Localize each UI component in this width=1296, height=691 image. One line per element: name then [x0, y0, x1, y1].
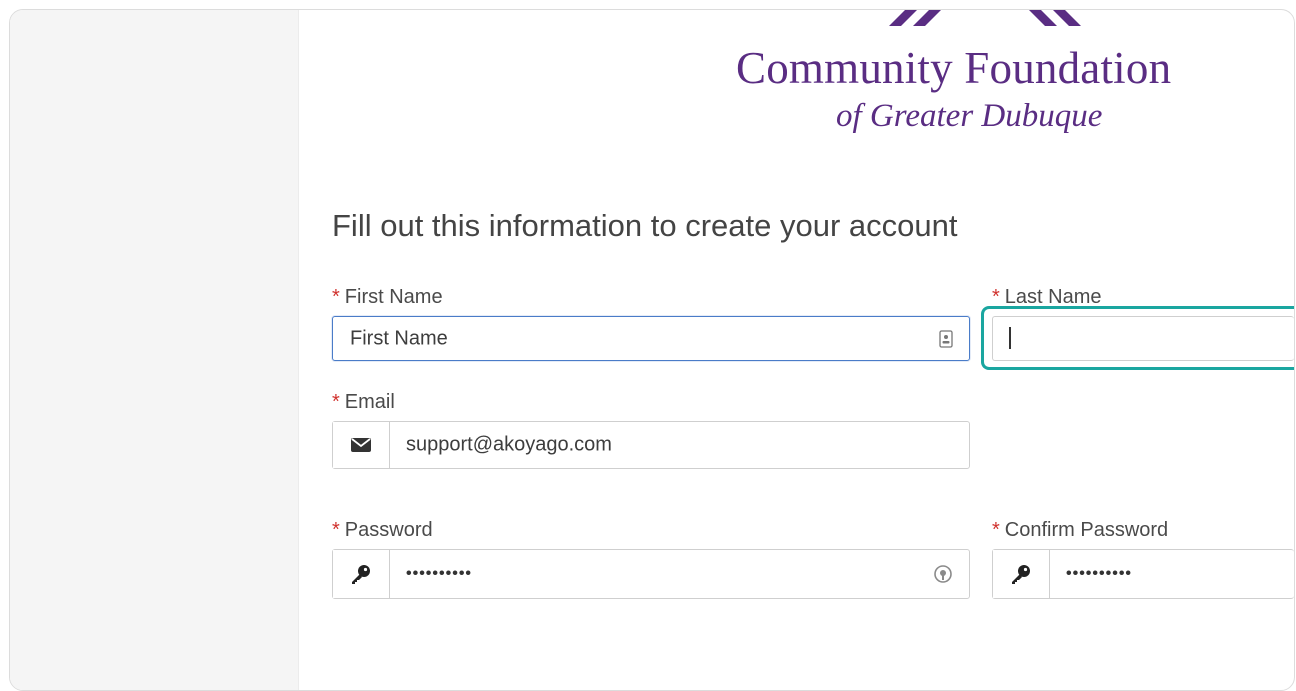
first-name-input[interactable]: First Name [332, 316, 970, 361]
logo-mark-icon [889, 10, 1081, 26]
key-icon [1012, 565, 1030, 584]
required-marker: * [332, 519, 340, 541]
email-label-text: Email [344, 391, 395, 413]
confirm-password-label-text: Confirm Password [1004, 519, 1169, 541]
first-name-label: * First Name [332, 286, 443, 309]
key-icon [352, 565, 370, 584]
confirm-password-label: * Confirm Password [992, 519, 1168, 542]
email-input[interactable]: support@akoyago.com [332, 421, 970, 469]
contact-card-icon[interactable] [939, 329, 953, 348]
password-input[interactable]: •••••••••• [332, 549, 970, 599]
page-frame: Community Foundation of Greater Dubuque … [9, 9, 1295, 691]
password-addon [333, 550, 390, 598]
form-title: Fill out this information to create your… [332, 208, 958, 243]
confirm-password-addon [993, 550, 1050, 598]
password-label-text: Password [344, 519, 433, 541]
last-name-label-text: Last Name [1004, 286, 1102, 308]
required-marker: * [992, 286, 1000, 308]
email-label: * Email [332, 391, 395, 414]
confirm-password-input[interactable]: •••••••••• [992, 549, 1294, 599]
text-cursor [1009, 327, 1011, 349]
first-name-label-text: First Name [344, 286, 443, 308]
last-name-input[interactable] [992, 316, 1294, 361]
logo-subtitle: of Greater Dubuque [836, 98, 1103, 134]
left-panel [10, 10, 299, 690]
required-marker: * [332, 286, 340, 308]
confirm-password-value: •••••••••• [1066, 565, 1133, 582]
envelope-icon [351, 438, 371, 452]
email-addon [333, 422, 390, 468]
password-label: * Password [332, 519, 433, 542]
required-marker: * [332, 391, 340, 413]
first-name-value: First Name [350, 327, 448, 349]
password-manager-icon[interactable] [933, 564, 953, 584]
email-value: support@akoyago.com [406, 433, 612, 456]
required-marker: * [992, 519, 1000, 541]
password-value: •••••••••• [406, 565, 473, 582]
logo-title: Community Foundation [736, 43, 1172, 93]
